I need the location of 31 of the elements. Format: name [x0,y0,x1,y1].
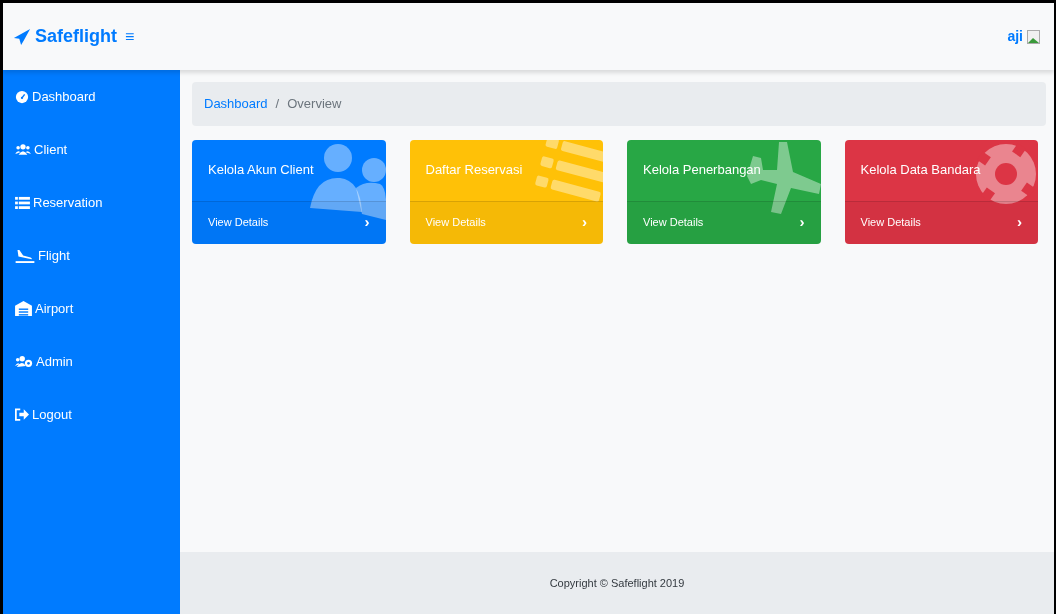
view-details-link[interactable]: View Details › [192,200,386,244]
breadcrumb-separator: / [275,96,280,111]
card-title: Kelola Data Bandara [860,161,981,180]
sidebar-item[interactable]: Dashboard [3,70,180,123]
breadcrumb-current: Overview [287,96,342,111]
gauge-icon [15,89,29,104]
sidebar-item[interactable]: Flight [3,229,180,282]
sidebar-item[interactable]: Airport [3,282,180,335]
menu-toggle-button[interactable]: ≡ [125,24,135,49]
card-title: Kelola Akun Client [208,161,314,180]
user-name[interactable]: aji [1007,26,1023,47]
sidebar-item[interactable]: Logout [3,388,180,441]
users-gear-icon [15,355,33,368]
brand-link[interactable]: Safeflight [35,23,117,50]
sign-out-icon [15,408,29,421]
users-icon [15,143,31,156]
plane-landing-icon [15,248,35,263]
list-icon [534,139,603,202]
view-details-link[interactable]: View Details › [844,200,1038,244]
sidebar-item[interactable]: Client [3,123,180,176]
broken-image-icon [1027,29,1040,44]
paper-plane-icon [13,27,31,46]
list-icon [15,196,30,209]
sidebar-item[interactable]: Reservation [3,176,180,229]
breadcrumb-link[interactable]: Dashboard [204,96,268,111]
view-details-link[interactable]: View Details › [627,200,821,244]
card-title: Daftar Reservasi [425,161,523,180]
sidebar-item[interactable]: Admin [3,335,180,388]
warehouse-icon [15,301,32,316]
card-title: Kelola Penerbangan [643,161,761,180]
copyright-text: Copyright © Safeflight 2019 [549,575,685,591]
